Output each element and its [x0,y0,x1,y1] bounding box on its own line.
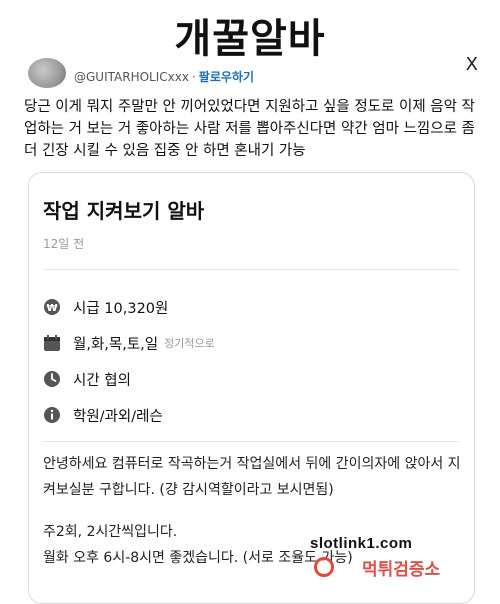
time-text: 시간 협의 [73,372,131,389]
detail-category: 학원/과외/레슨 [43,403,163,427]
watermark-site: slotlink1.com [310,535,413,552]
tweet-text: 당근 이게 뭐지 주말만 안 끼어있었다면 지원하고 싶을 정도로 이제 음악 … [24,99,475,159]
divider [43,441,459,442]
wage-coin-icon: ₩ [43,298,61,316]
divider [43,269,459,270]
description-paragraph-1: 안녕하세요 컴퓨터로 작곡하는거 작업실에서 뒤에 간이의자에 앉아서 지켜보실… [43,456,461,498]
detail-days: 월,화,목,토,일 정기적으로 [43,331,215,355]
job-title: 작업 지켜보기 알바 [43,199,205,223]
watermark: slotlink1.com 먹튀검증소 [310,535,500,587]
avatar[interactable] [28,58,66,88]
svg-text:₩: ₩ [46,303,57,314]
calendar-icon [43,334,61,352]
days-text: 월,화,목,토,일 [73,336,159,353]
info-icon [43,406,61,424]
follow-button[interactable]: 팔로우하기 [199,70,254,84]
tweet-header: @GUITARHOLICxxx · 팔로우하기 X [22,54,492,90]
days-frequency: 정기적으로 [164,337,215,350]
user-handle[interactable]: @GUITARHOLICxxx [74,70,189,84]
category-text: 학원/과외/레슨 [73,408,163,425]
close-icon[interactable]: X [466,54,478,75]
separator-dot: · [191,70,196,84]
detail-time: 시간 협의 [43,367,131,391]
post-date: 12일 전 [43,237,85,251]
detail-wage: ₩ 시급 10,320원 [43,295,168,319]
wage-text: 시급 10,320원 [73,300,169,317]
clock-icon [43,370,61,388]
watermark-label: 먹튀검증소 [362,560,441,579]
watermark-badge-icon [314,557,334,577]
tweet-handle-line: @GUITARHOLICxxx · 팔로우하기 [74,68,254,85]
